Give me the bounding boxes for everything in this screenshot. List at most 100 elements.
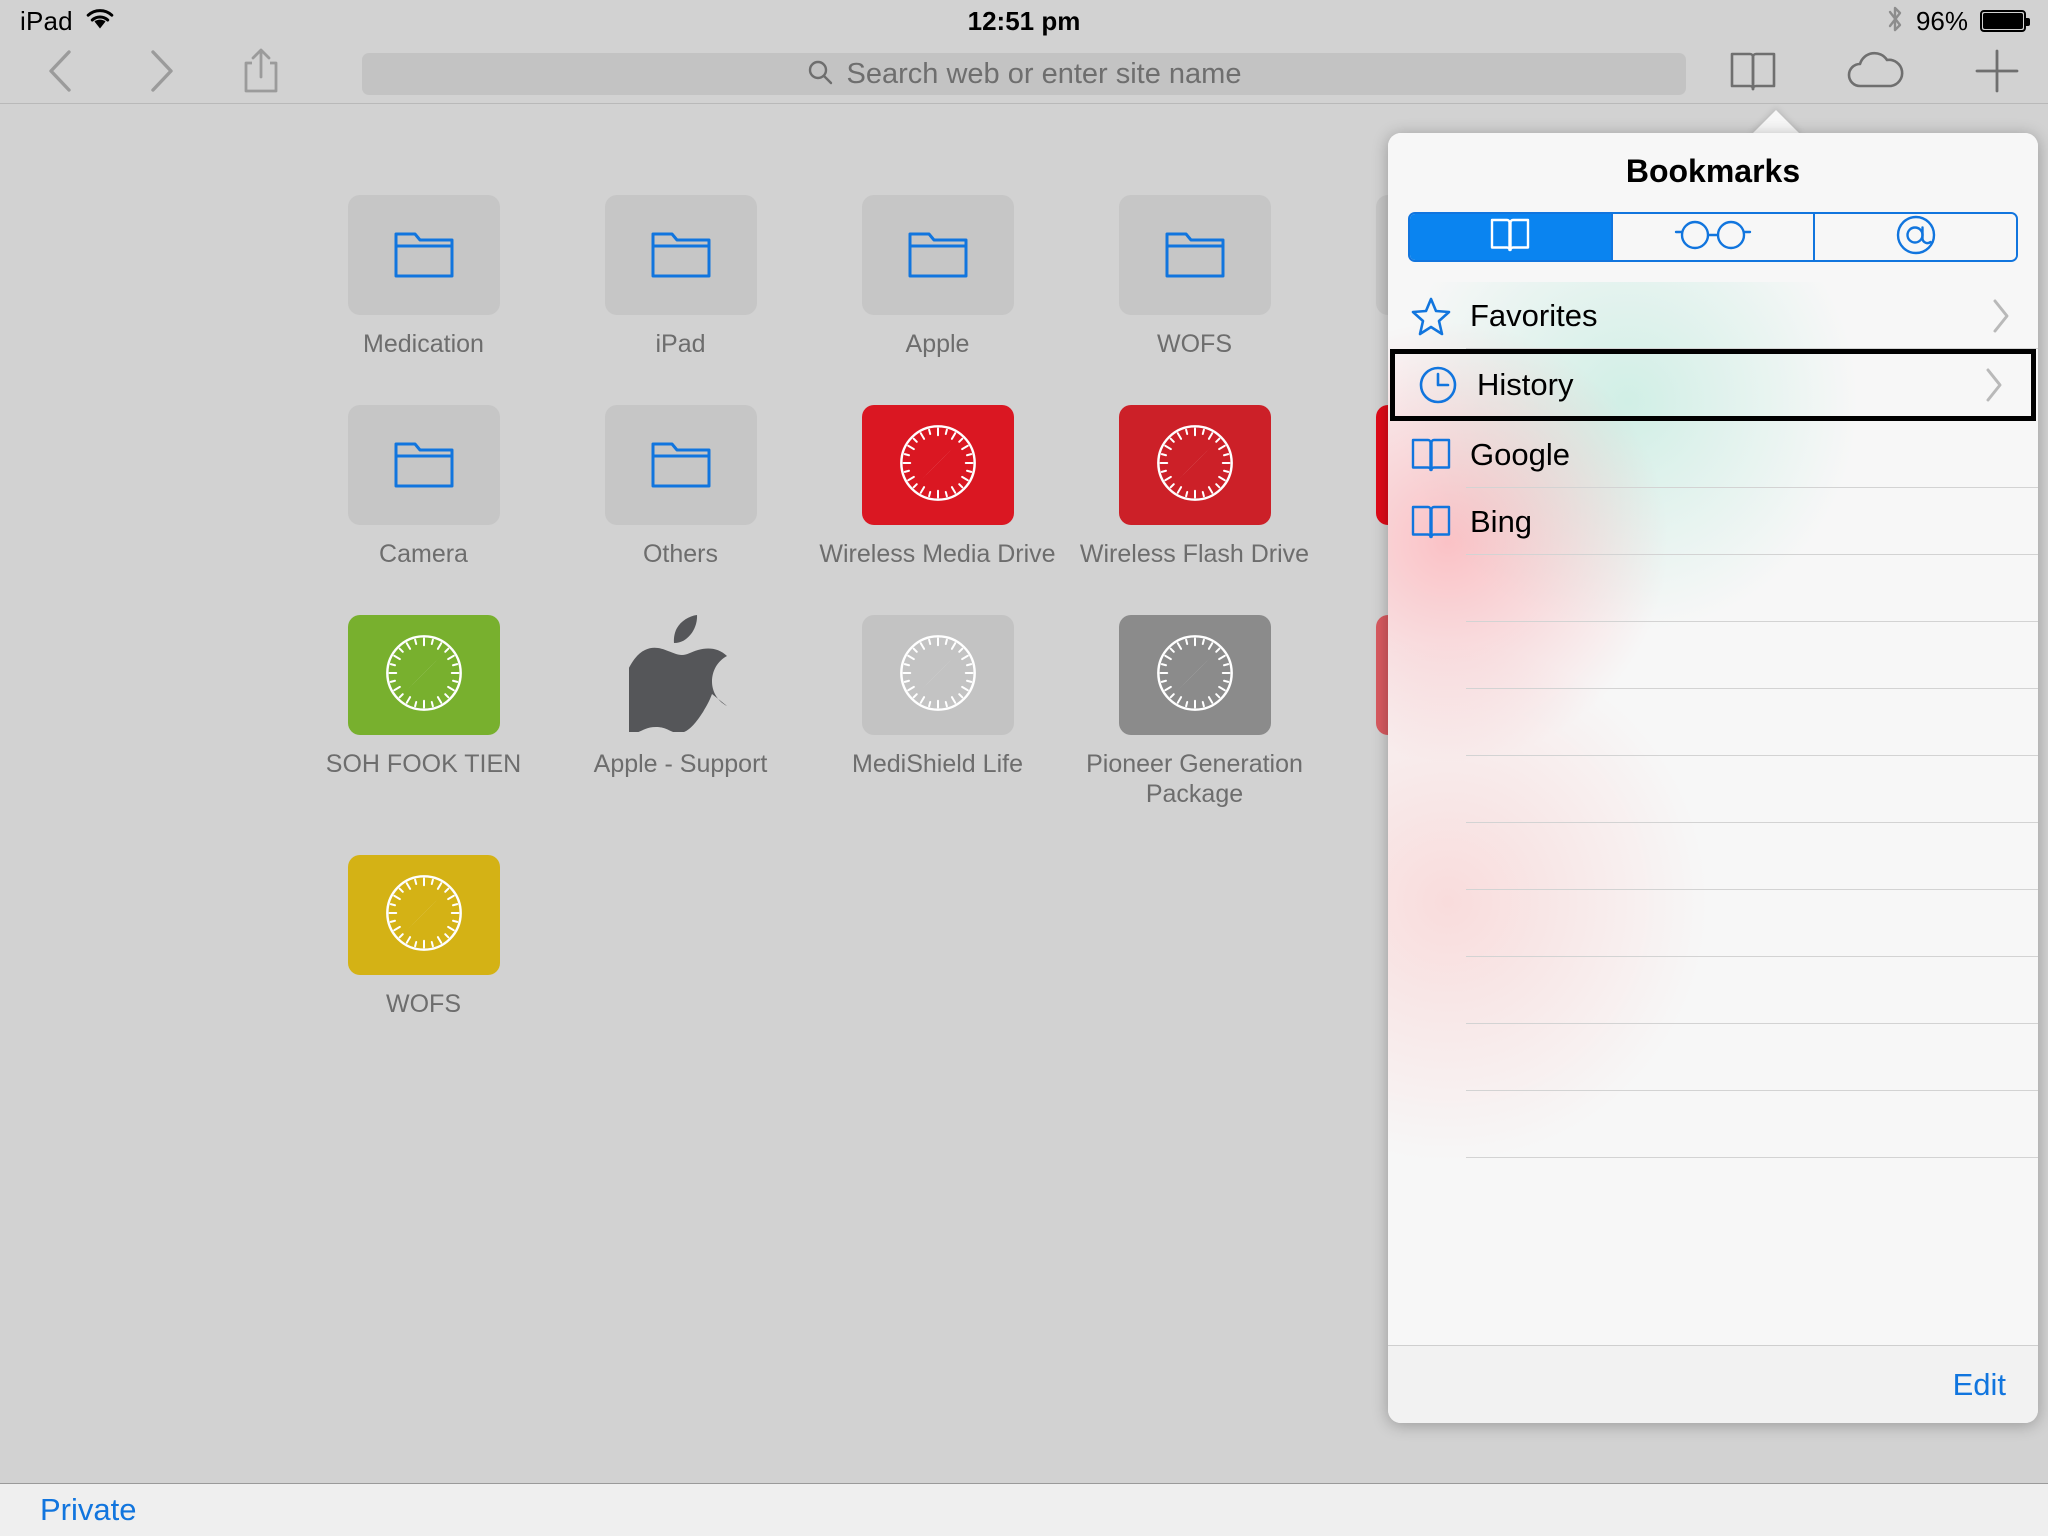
safari-compass-icon: [1155, 633, 1235, 718]
favorite-tile-thumbnail: [348, 615, 500, 735]
favorite-tile-thumbnail: [1119, 615, 1271, 735]
clock-icon: [1417, 364, 1473, 406]
edit-button[interactable]: Edit: [1953, 1367, 2006, 1403]
status-bar-clock: 12:51 pm: [0, 0, 2048, 42]
toolbar-right-controls: [1726, 42, 2024, 104]
battery-percent-label: 96%: [1916, 6, 1968, 37]
book-icon: [1410, 503, 1466, 541]
favorite-tile[interactable]: Medication: [295, 195, 552, 359]
back-button[interactable]: [34, 46, 88, 100]
bookmark-row-google[interactable]: Google: [1388, 421, 2038, 488]
book-icon: [1489, 216, 1531, 259]
popover-header: Bookmarks: [1388, 133, 2038, 262]
favorite-tile[interactable]: SOH FOOK TIEN: [295, 615, 552, 809]
status-bar-right: 96%: [1886, 0, 2026, 42]
bookmarks-list: Favorites History Google Bing: [1388, 282, 2038, 1158]
favorite-tile-label: Pioneer Generation Package: [1075, 749, 1315, 809]
segment-reading-list[interactable]: [1613, 214, 1816, 260]
favorite-tile-thumbnail: [862, 405, 1014, 525]
share-button[interactable]: [234, 46, 288, 100]
bookmark-row-label: Google: [1466, 437, 1986, 473]
bottom-toolbar: Private: [0, 1483, 2048, 1536]
glasses-icon: [1673, 217, 1753, 258]
empty-list-row: [1388, 555, 2038, 622]
favorite-tile-label: Medication: [304, 329, 544, 359]
status-bar: iPad 12:51 pm 96%: [0, 0, 2048, 42]
segment-bookmarks[interactable]: [1410, 214, 1613, 260]
favorite-tile-thumbnail: [862, 195, 1014, 315]
favorite-tile[interactable]: Camera: [295, 405, 552, 569]
folder-icon: [393, 435, 455, 496]
icloud-tabs-button[interactable]: [1848, 46, 1902, 100]
safari-compass-icon: [898, 633, 978, 718]
bookmark-row-bing[interactable]: Bing: [1388, 488, 2038, 555]
favorite-tile-label: iPad: [561, 329, 801, 359]
private-button[interactable]: Private: [40, 1492, 136, 1528]
popover-title: Bookmarks: [1388, 153, 2038, 190]
address-bar[interactable]: Search web or enter site name: [362, 53, 1686, 95]
favorite-tile[interactable]: iPad: [552, 195, 809, 359]
favorite-tile-thumbnail: [1119, 195, 1271, 315]
empty-list-row: [1388, 890, 2038, 957]
safari-compass-icon: [384, 873, 464, 958]
toolbar-left-controls: [34, 42, 288, 104]
favorite-tile-label: Wireless Flash Drive: [1075, 539, 1315, 569]
battery-icon: [1980, 10, 2026, 32]
favorite-tile-thumbnail: [605, 195, 757, 315]
folder-icon: [650, 225, 712, 286]
folder-icon: [907, 225, 969, 286]
bookmark-row-label: Bing: [1466, 504, 1986, 540]
list-divider: [1466, 1157, 2038, 1158]
favorite-tile-thumbnail: [1119, 405, 1271, 525]
browser-toolbar: Search web or enter site name: [0, 42, 2048, 104]
favorite-tile[interactable]: Others: [552, 405, 809, 569]
segment-shared-links[interactable]: [1815, 214, 2016, 260]
favorite-tile[interactable]: Apple - Support: [552, 615, 809, 809]
bookmark-row-label: History: [1473, 367, 1979, 403]
favorite-tile-thumbnail: [348, 855, 500, 975]
favorite-tile[interactable]: WOFS: [1066, 195, 1323, 359]
bookmarks-button[interactable]: [1726, 46, 1780, 100]
favorite-tile-label: MediShield Life: [818, 749, 1058, 779]
favorite-tile-label: Wireless Media Drive: [818, 539, 1058, 569]
cloud-icon: [1844, 51, 1906, 96]
at-sign-icon: [1894, 213, 1938, 262]
address-bar-placeholder: Search web or enter site name: [847, 58, 1242, 91]
favorite-tile-label: Camera: [304, 539, 544, 569]
favorite-tile-label: WOFS: [1075, 329, 1315, 359]
book-icon: [1728, 49, 1778, 98]
favorite-tile-label: SOH FOOK TIEN: [304, 749, 544, 779]
favorite-tile-thumbnail: [348, 405, 500, 525]
chevron-right-icon: [144, 47, 178, 100]
bookmark-row-history[interactable]: History: [1390, 349, 2036, 421]
favorite-tile-label: WOFS: [304, 989, 544, 1019]
forward-button[interactable]: [134, 46, 188, 100]
share-icon: [240, 46, 282, 101]
apple-logo-icon: [629, 614, 733, 737]
chevron-left-icon: [44, 47, 78, 100]
search-icon: [807, 59, 833, 90]
empty-list-row: [1388, 622, 2038, 689]
new-tab-button[interactable]: [1970, 46, 2024, 100]
favorite-tile-label: Apple - Support: [561, 749, 801, 779]
favorite-tile-thumbnail: [348, 195, 500, 315]
empty-list-row: [1388, 756, 2038, 823]
book-icon: [1410, 436, 1466, 474]
favorite-tile-thumbnail: [605, 405, 757, 525]
favorite-tile[interactable]: Pioneer Generation Package: [1066, 615, 1323, 809]
empty-list-row: [1388, 1091, 2038, 1158]
folder-icon: [1164, 225, 1226, 286]
favorite-tile[interactable]: MediShield Life: [809, 615, 1066, 809]
favorite-tile[interactable]: WOFS: [295, 855, 552, 1019]
favorite-tile[interactable]: Wireless Flash Drive: [1066, 405, 1323, 569]
favorite-tile-label: Others: [561, 539, 801, 569]
favorite-tile-thumbnail: [862, 615, 1014, 735]
safari-compass-icon: [1155, 423, 1235, 508]
favorite-tile[interactable]: Apple: [809, 195, 1066, 359]
popover-footer: Edit: [1388, 1345, 2038, 1423]
bookmarks-popover: Bookmarks Favorites History Google Bing Edi…: [1388, 133, 2038, 1423]
chevron-right-icon: [1986, 298, 2016, 334]
popover-segmented-control: [1408, 212, 2018, 262]
bookmark-row-favorites[interactable]: Favorites: [1388, 282, 2038, 349]
favorite-tile[interactable]: Wireless Media Drive: [809, 405, 1066, 569]
